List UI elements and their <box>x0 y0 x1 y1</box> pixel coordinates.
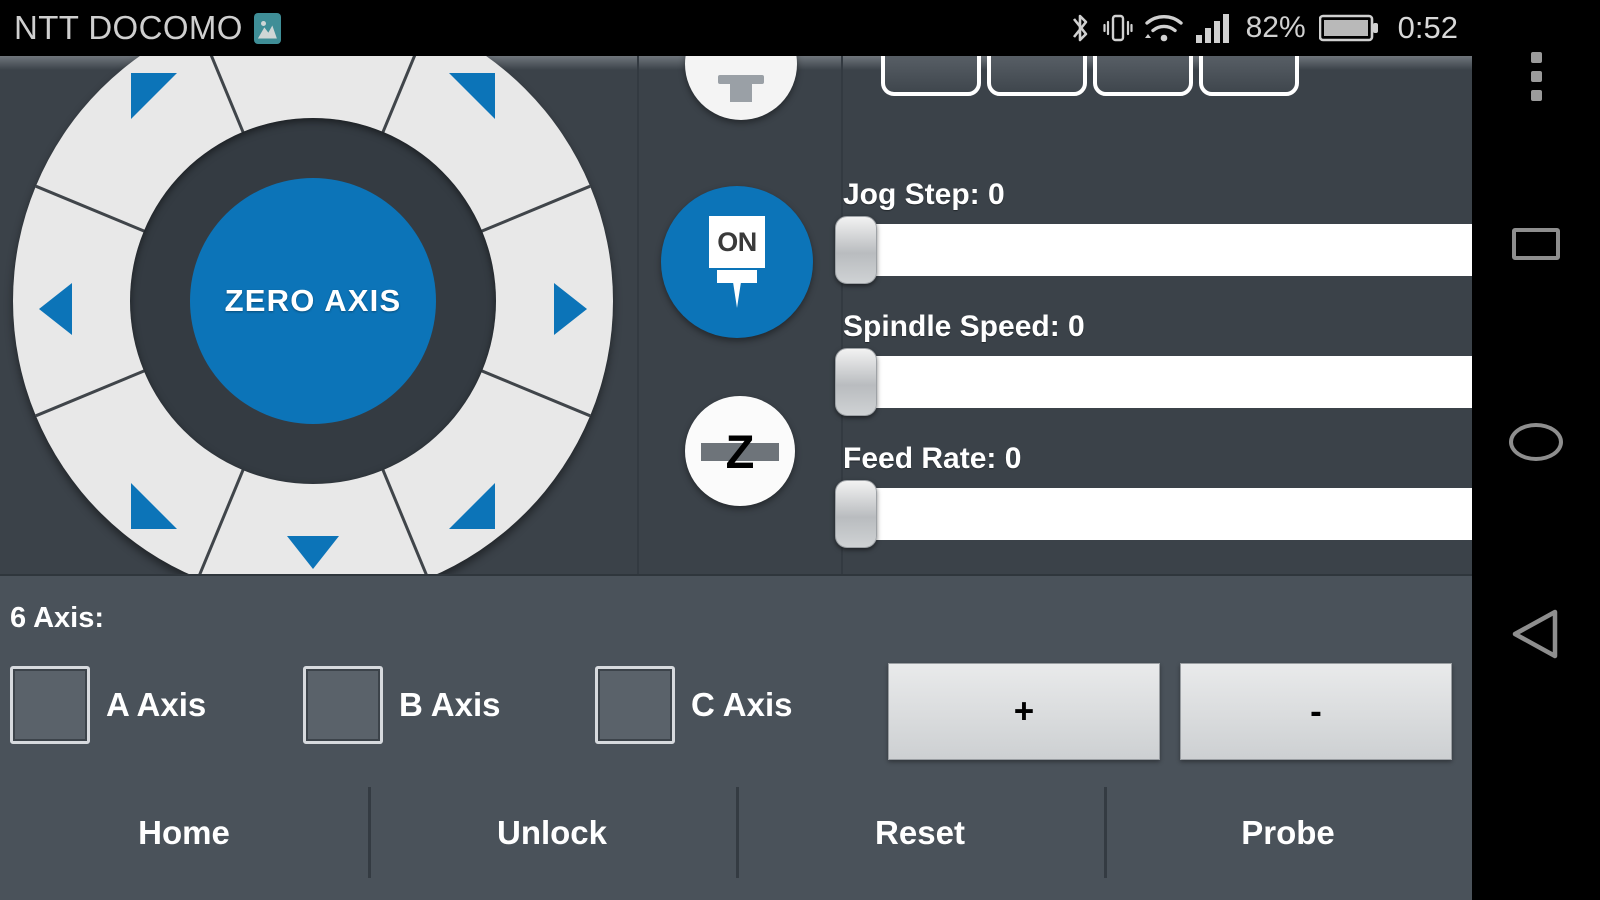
home-circle-icon[interactable] <box>1472 408 1600 476</box>
preset-button-1[interactable] <box>881 56 981 96</box>
battery-icon <box>1318 12 1379 44</box>
jog-wheel-zone: ZERO AXIS <box>0 56 637 601</box>
zero-axis-button[interactable]: ZERO AXIS <box>190 178 436 424</box>
reset-button[interactable]: Reset <box>736 765 1104 900</box>
device-screen: NTT DOCOMO 82% 0:52 ZERO AXIS ON Z Jog S… <box>0 0 1600 900</box>
tool-change-icon <box>718 67 764 107</box>
top-control-panel: ZERO AXIS ON Z Jog Step: 0 Spindle Speed… <box>0 56 1472 601</box>
axis-checkbox-row: A Axis B Axis C Axis <box>0 666 900 758</box>
tool-button-column: ON Z <box>637 56 843 574</box>
unlock-button[interactable]: Unlock <box>368 765 736 900</box>
b-axis-checkbox-item[interactable]: B Axis <box>303 666 500 744</box>
feed-rate-slider[interactable] <box>835 480 1472 548</box>
recents-square-icon[interactable] <box>1472 210 1600 278</box>
axis-section-title: 6 Axis: <box>10 602 105 634</box>
z-probe-icon: Z <box>701 421 779 481</box>
spindle-on-icon: ON <box>705 216 769 308</box>
jog-step-slider-group: Jog Step: 0 <box>835 178 1472 284</box>
spindle-speed-slider-group: Spindle Speed: 0 <box>835 310 1472 416</box>
tool-change-button[interactable] <box>685 56 797 120</box>
a-axis-label: A Axis <box>106 686 207 723</box>
cnc-controller-app: ZERO AXIS ON Z Jog Step: 0 Spindle Speed… <box>0 56 1472 900</box>
preset-button-4[interactable] <box>1199 56 1299 96</box>
jog-right-arrow-icon[interactable] <box>554 283 587 335</box>
c-axis-checkbox[interactable] <box>595 666 675 744</box>
back-triangle-icon[interactable] <box>1472 600 1600 668</box>
spindle-state-label: ON <box>709 216 765 268</box>
status-icons: 82% 0:52 <box>1068 10 1458 46</box>
carrier-label: NTT DOCOMO <box>14 9 243 46</box>
b-axis-checkbox[interactable] <box>303 666 383 744</box>
increment-button[interactable]: + <box>888 663 1160 760</box>
jog-step-slider-thumb[interactable] <box>835 216 877 284</box>
feed-rate-slider-group: Feed Rate: 0 <box>835 442 1472 548</box>
jog-wheel[interactable]: ZERO AXIS <box>13 56 613 601</box>
jog-down-arrow-icon[interactable] <box>287 536 339 569</box>
clock-label: 0:52 <box>1397 10 1458 45</box>
preset-button-2[interactable] <box>987 56 1087 96</box>
overflow-menu-icon[interactable] <box>1472 44 1600 108</box>
b-axis-label: B Axis <box>399 686 501 723</box>
preset-button-row <box>843 56 1299 96</box>
c-axis-checkbox-item[interactable]: C Axis <box>595 666 792 744</box>
z-probe-button[interactable]: Z <box>685 396 795 506</box>
bluetooth-icon <box>1068 10 1092 46</box>
jog-step-label: Jog Step: 0 <box>843 178 1005 211</box>
feed-rate-slider-thumb[interactable] <box>835 480 877 548</box>
a-axis-checkbox-item[interactable]: A Axis <box>10 666 206 744</box>
spindle-speed-slider-thumb[interactable] <box>835 348 877 416</box>
preset-button-3[interactable] <box>1093 56 1193 96</box>
home-button[interactable]: Home <box>0 765 368 900</box>
photo-icon <box>253 12 281 44</box>
wifi-icon <box>1144 12 1184 44</box>
spindle-on-button[interactable]: ON <box>661 186 813 338</box>
decrement-button[interactable]: - <box>1180 663 1452 760</box>
axis-panel: 6 Axis: A Axis B Axis C Axis + - Home Un… <box>0 574 1472 900</box>
signal-icon <box>1195 12 1231 44</box>
probe-button[interactable]: Probe <box>1104 765 1472 900</box>
jog-step-slider[interactable] <box>835 216 1472 284</box>
battery-percent-label: 82% <box>1245 11 1306 44</box>
c-axis-label: C Axis <box>691 686 793 723</box>
feed-rate-label: Feed Rate: 0 <box>843 442 1022 475</box>
a-axis-checkbox[interactable] <box>10 666 90 744</box>
jog-left-arrow-icon[interactable] <box>39 283 72 335</box>
android-navigation-bar <box>1472 0 1600 900</box>
vibrate-icon <box>1103 11 1133 45</box>
action-button-row: Home Unlock Reset Probe <box>0 765 1472 900</box>
slider-panel: Jog Step: 0 Spindle Speed: 0 Feed Rate: … <box>835 56 1472 574</box>
z-probe-label: Z <box>725 424 755 478</box>
spindle-speed-slider[interactable] <box>835 348 1472 416</box>
status-bar: NTT DOCOMO 82% 0:52 <box>0 0 1472 56</box>
spindle-speed-label: Spindle Speed: 0 <box>843 310 1085 343</box>
